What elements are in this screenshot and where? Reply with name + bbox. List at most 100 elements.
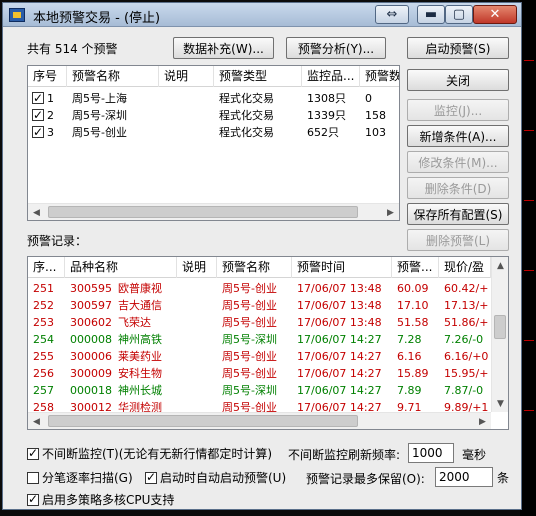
record-instrument: 000018 神州长城 bbox=[65, 382, 177, 399]
window-title: 本地预警交易 - (停止) bbox=[33, 11, 161, 26]
scroll-right-icon[interactable]: ▶ bbox=[474, 413, 491, 429]
column-header-now-pnl[interactable]: 现价/盈 bbox=[439, 257, 491, 278]
column-header-type[interactable]: 预警类型 bbox=[214, 66, 302, 87]
column-header-index[interactable]: 序号 bbox=[28, 66, 67, 87]
record-instrument: 300597 吉大通信 bbox=[65, 297, 177, 314]
scroll-left-icon[interactable]: ◀ bbox=[28, 204, 45, 220]
enable-checkbox[interactable] bbox=[32, 107, 44, 124]
tick-scan-checkbox[interactable] bbox=[27, 471, 39, 484]
record-alert-price: 7.28 bbox=[397, 333, 422, 346]
table-row[interactable]: 255 300006 莱美药业 周5号-创业 17/06/07 14:27 6.16 6.1… bbox=[28, 348, 491, 365]
row-checkbox-cell[interactable]: 2 bbox=[28, 107, 67, 124]
save-all-config-button[interactable]: 保存所有配置(S) bbox=[407, 203, 509, 225]
scroll-down-icon[interactable]: ▼ bbox=[492, 395, 508, 412]
scroll-left-icon[interactable]: ◀ bbox=[28, 413, 45, 429]
scrollbar-thumb[interactable] bbox=[494, 315, 506, 339]
record-now-pnl: 7.26/-0 bbox=[444, 333, 484, 346]
column-header-alert-time[interactable]: 预警时间 bbox=[292, 257, 392, 278]
maximize-button[interactable]: ▢ bbox=[445, 5, 473, 24]
record-now-pnl: 60.42/+ bbox=[444, 282, 489, 295]
add-condition-button[interactable]: 新增条件(A)... bbox=[407, 125, 509, 147]
tick-scan-label: 分笔逐率扫描(G) bbox=[42, 471, 133, 485]
column-header-desc[interactable]: 说明 bbox=[159, 66, 214, 87]
table-row[interactable]: 254 000008 神州高铁 周5号-深圳 17/06/07 14:27 7.28 7.2… bbox=[28, 331, 491, 348]
column-header-alert-price[interactable]: 预警... bbox=[392, 257, 439, 278]
record-alert-name: 周5号-创业 bbox=[222, 282, 277, 295]
record-code: 000008 bbox=[70, 333, 112, 346]
records-vertical-scrollbar[interactable]: ▲ ▼ bbox=[491, 257, 508, 412]
continuous-monitor-option[interactable]: 不间断监控(T)(无论有无新行情都定时计算) bbox=[27, 445, 272, 462]
minimize-button[interactable]: ▬ bbox=[417, 5, 445, 24]
close-button[interactable]: 关闭 bbox=[407, 69, 509, 91]
scrollbar-thumb[interactable] bbox=[48, 415, 358, 427]
record-alert-price: 15.89 bbox=[397, 367, 429, 380]
tick-scan-option[interactable]: 分笔逐率扫描(G) bbox=[27, 469, 133, 486]
record-no: 256 bbox=[33, 367, 54, 380]
record-alert-time: 17/06/07 14:27 bbox=[297, 384, 382, 397]
row-desc bbox=[159, 90, 214, 107]
column-header-monitor[interactable]: 监控品... bbox=[302, 66, 360, 87]
table-row[interactable]: 2 周5号-深圳 程式化交易 1339只 158 bbox=[28, 107, 399, 124]
conditions-horizontal-scrollbar[interactable]: ◀ ▶ bbox=[28, 203, 399, 220]
auto-start-checkbox[interactable] bbox=[145, 470, 157, 484]
scroll-up-icon[interactable]: ▲ bbox=[492, 257, 508, 274]
record-instrument: 000008 神州高铁 bbox=[65, 331, 177, 348]
enable-checkbox[interactable] bbox=[32, 124, 44, 141]
alert-analysis-button[interactable]: 预警分析(Y)... bbox=[286, 37, 386, 59]
record-alert-time: 17/06/07 13:48 bbox=[297, 316, 382, 329]
record-no: 255 bbox=[33, 350, 54, 363]
table-row[interactable]: 252 300597 吉大通信 周5号-创业 17/06/07 13:48 17.10 17… bbox=[28, 297, 491, 314]
max-records-input[interactable]: 2000 bbox=[435, 467, 493, 487]
alert-count-label: 共有 514 个预警 bbox=[27, 42, 118, 56]
column-header-alert-name[interactable]: 预警名称 bbox=[217, 257, 292, 278]
record-code: 300006 bbox=[70, 350, 112, 363]
scrollbar-thumb[interactable] bbox=[48, 206, 358, 218]
auto-start-option[interactable]: 启动时自动启动预警(U) bbox=[145, 469, 286, 486]
edit-condition-button[interactable]: 修改条件(M)... bbox=[407, 151, 509, 173]
background-chart-line bbox=[524, 130, 534, 131]
multicore-checkbox[interactable] bbox=[27, 492, 39, 506]
table-row[interactable]: 256 300009 安科生物 周5号-创业 17/06/07 14:27 15.89 15… bbox=[28, 365, 491, 382]
table-row[interactable]: 251 300595 欧普康视 周5号-创业 17/06/07 13:48 60.09 60… bbox=[28, 280, 491, 297]
delete-alert-button[interactable]: 删除预警(L) bbox=[407, 229, 509, 251]
table-row[interactable]: 257 000018 神州长城 周5号-深圳 17/06/07 14:27 7.89 7.8… bbox=[28, 382, 491, 399]
conditions-list[interactable]: 序号 预警名称 说明 预警类型 监控品... 预警数 1 周5号-上海 程式化交… bbox=[27, 65, 400, 221]
scroll-right-icon[interactable]: ▶ bbox=[382, 204, 399, 220]
monitor-button[interactable]: 监控(J)... bbox=[407, 99, 509, 121]
data-fill-button[interactable]: 数据补充(W)... bbox=[173, 37, 274, 59]
column-header-count[interactable]: 预警数 bbox=[360, 66, 399, 87]
column-header-instrument[interactable]: 品种名称 bbox=[65, 257, 177, 278]
row-index: 2 bbox=[47, 109, 54, 122]
row-checkbox-cell[interactable]: 1 bbox=[28, 90, 67, 107]
record-now-pnl: 7.87/-0 bbox=[444, 384, 484, 397]
multicore-option[interactable]: 启用多策略多核CPU支持 bbox=[27, 491, 174, 508]
enable-checkbox[interactable] bbox=[32, 90, 44, 107]
table-row[interactable]: 3 周5号-创业 程式化交易 652只 103 bbox=[28, 124, 399, 141]
refresh-frequency-input[interactable]: 1000 bbox=[408, 443, 454, 463]
table-row[interactable]: 253 300602 飞荣达 周5号-创业 17/06/07 13:48 51.58 51.… bbox=[28, 314, 491, 331]
background-chart-line bbox=[524, 340, 534, 341]
restore-arrows-button[interactable]: ⇔ bbox=[375, 5, 409, 24]
background-chart-area bbox=[520, 0, 536, 516]
continuous-monitor-checkbox[interactable] bbox=[27, 446, 39, 460]
start-alert-button[interactable]: 启动预警(S) bbox=[407, 37, 509, 59]
title-bar[interactable]: 本地预警交易 - (停止) ⇔ ▬ ▢ ✕ bbox=[3, 3, 521, 27]
auto-start-label: 启动时自动启动预警(U) bbox=[160, 471, 287, 485]
records-list[interactable]: 序... 品种名称 说明 预警名称 预警时间 预警... 现价/盈 251 300… bbox=[27, 256, 509, 430]
records-label: 预警记录： bbox=[27, 234, 88, 248]
row-count: 103 bbox=[365, 126, 386, 139]
delete-condition-button[interactable]: 删除条件(D) bbox=[407, 177, 509, 199]
record-alert-price: 51.58 bbox=[397, 316, 429, 329]
column-header-desc[interactable]: 说明 bbox=[177, 257, 217, 278]
record-alert-name: 周5号-创业 bbox=[222, 316, 277, 329]
record-instrument: 300006 莱美药业 bbox=[65, 348, 177, 365]
close-window-button[interactable]: ✕ bbox=[473, 5, 517, 24]
record-name: 安科生物 bbox=[118, 367, 162, 380]
row-checkbox-cell[interactable]: 3 bbox=[28, 124, 67, 141]
column-header-name[interactable]: 预警名称 bbox=[67, 66, 159, 87]
refresh-frequency-label: 不间断监控刷新频率: bbox=[288, 448, 401, 462]
records-horizontal-scrollbar[interactable]: ◀ ▶ bbox=[28, 412, 491, 429]
column-header-no[interactable]: 序... bbox=[28, 257, 65, 278]
table-row[interactable]: 1 周5号-上海 程式化交易 1308只 0 bbox=[28, 90, 399, 107]
max-records-unit-label: 条 bbox=[497, 471, 510, 485]
